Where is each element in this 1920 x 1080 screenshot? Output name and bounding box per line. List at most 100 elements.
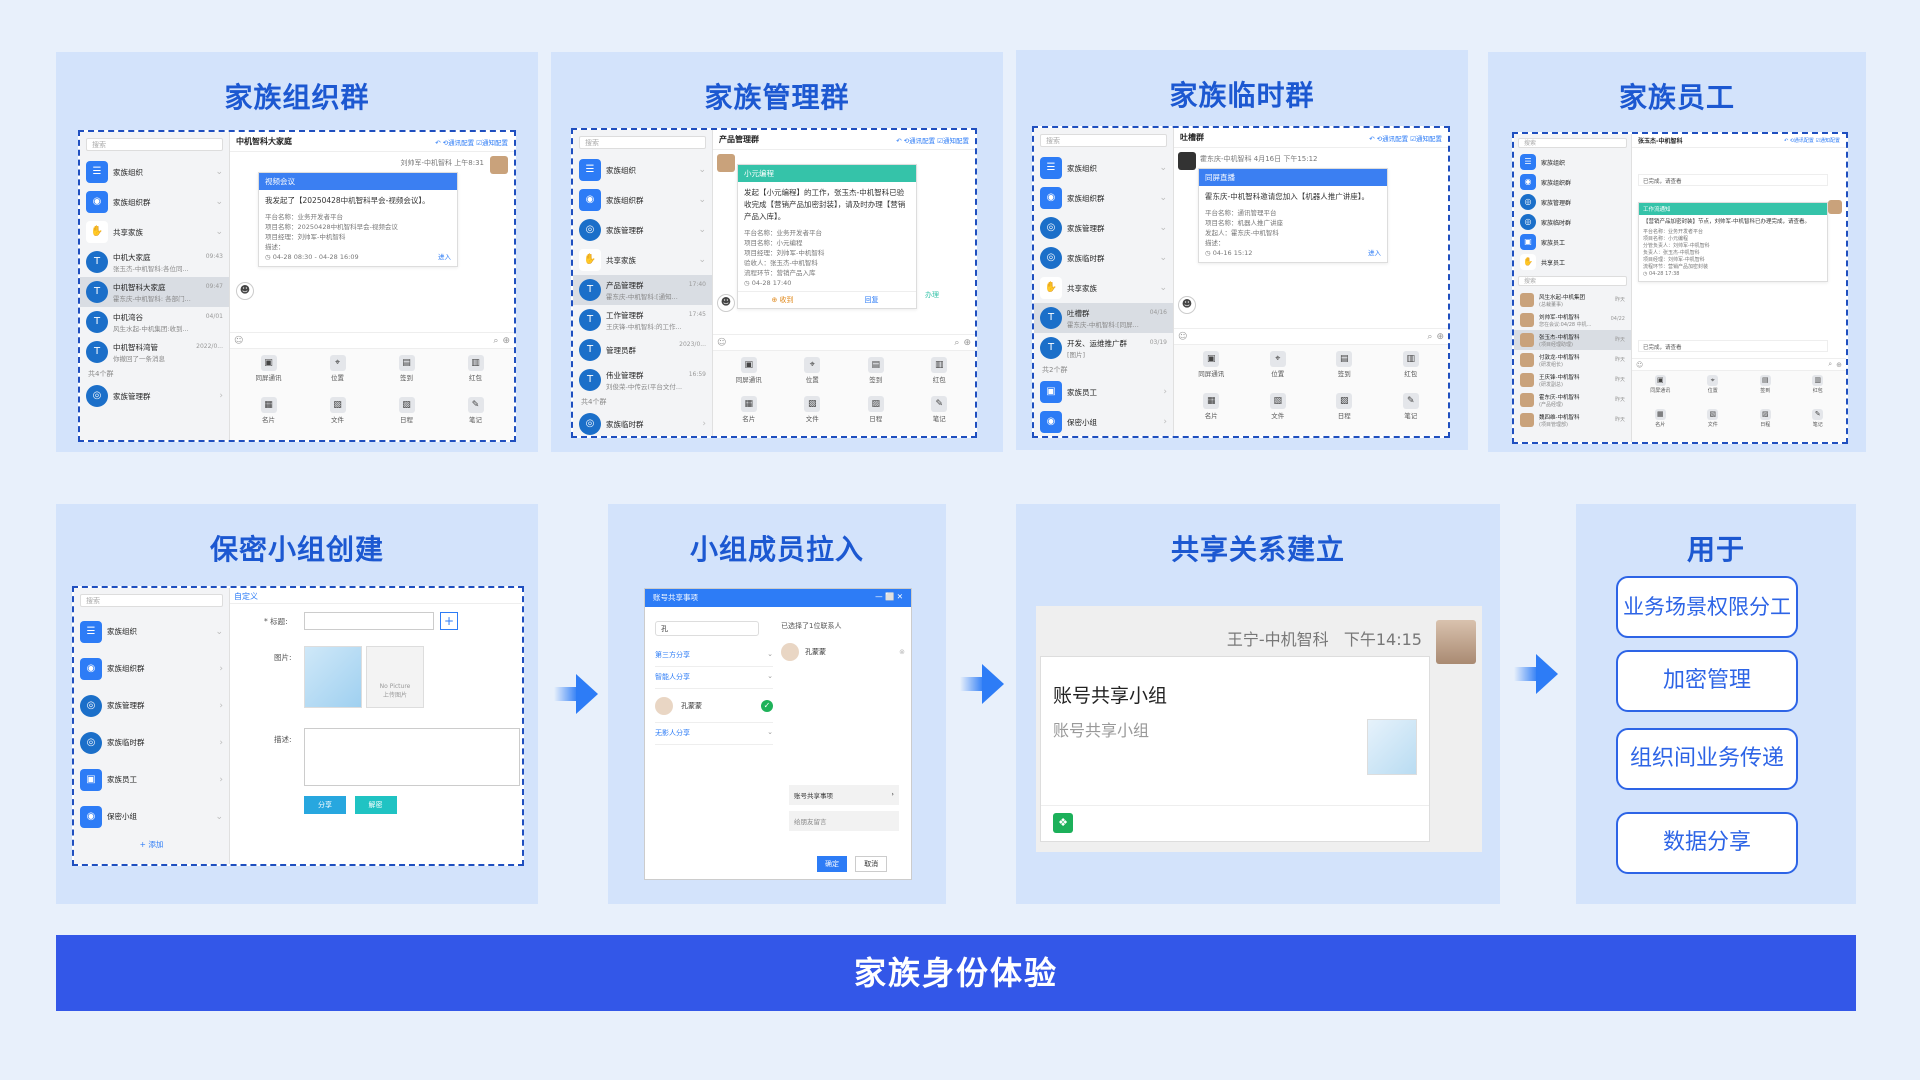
contact-item[interactable]: 霍东庆-中机智科 (产品经理) 昨天 xyxy=(1514,390,1631,410)
list-item-selected[interactable]: T 中机智科大家庭 霍东庆-中机智科: 各部门... 09:47 xyxy=(80,277,229,307)
cancel-button[interactable]: 取消 xyxy=(855,856,888,872)
input-bar[interactable]: ☺ ⌕ ⊕ xyxy=(230,332,514,348)
sidebar-item[interactable]: ◎ 家族管理群 xyxy=(1514,192,1631,212)
tool-checkin[interactable]: ▤ 签到 xyxy=(372,355,441,393)
sidebar-item[interactable]: ◎ 家族管理群 ⌄ xyxy=(1034,213,1173,243)
tool-checkin[interactable]: ▤ 签到 xyxy=(1739,375,1792,405)
tool-screen-share[interactable]: ▣ 同屏通讯 xyxy=(234,355,303,393)
header-actions[interactable]: ↶ ⟲通讯配置 ☑通知配置 xyxy=(1369,133,1442,143)
list-item[interactable]: T 管理员群 2023/0... xyxy=(573,335,712,365)
sidebar-item[interactable]: ◎ 家族管理群 › xyxy=(80,381,229,411)
tool-file[interactable]: ▧ 文件 xyxy=(1687,408,1740,439)
tool-card[interactable]: ▦ 名片 xyxy=(234,396,303,435)
person-row[interactable]: 孔蒙蒙 ✓ xyxy=(655,689,773,723)
search-input[interactable]: 搜索 xyxy=(1518,138,1627,148)
sidebar-item[interactable]: ☰ 家族组织 ⌄ xyxy=(1034,153,1173,183)
sidebar-item[interactable]: ✋ 共享员工 xyxy=(1514,252,1631,272)
usage-data-sharing[interactable]: 数据分享 xyxy=(1616,812,1798,874)
contact-item[interactable]: 风生水起-中机集团 (总裁董事) 昨天 xyxy=(1514,290,1631,310)
tool-calendar[interactable]: ▨ 日程 xyxy=(372,396,441,435)
message-card[interactable]: 同屏直播 霍东庆-中机智科邀请您加入【机器人推广讲座】。 平台名称：通讯管理平台… xyxy=(1198,168,1388,263)
contact-item[interactable]: 刘帅军-中机智科 您在会议:04/28 中机... 04/22 xyxy=(1514,310,1631,330)
header-actions[interactable]: ↶ ⟲通讯配置 ☑通知配置 xyxy=(435,137,508,147)
category-third-party[interactable]: 第三方分享 ⌄ xyxy=(655,645,773,667)
add-button[interactable]: + 添加 xyxy=(74,839,229,850)
share-item-row[interactable]: 账号共享事项 › xyxy=(789,785,899,805)
header-actions[interactable]: ↶ ⟲通讯配置 ☑通知配置 xyxy=(896,135,969,145)
enter-link[interactable]: 进入 xyxy=(1368,248,1381,258)
sidebar-item[interactable]: ◎ 家族管理群 ⌄ xyxy=(573,215,712,245)
category-invisible[interactable]: 无影人分享 ⌄ xyxy=(655,723,773,745)
list-item[interactable]: T 开发、运维推广群 [图片] 03/19 xyxy=(1034,333,1173,363)
tool-location[interactable]: ⌖ 位置 xyxy=(1687,375,1740,405)
tool-red-packet[interactable]: ▥ 红包 xyxy=(1378,351,1445,389)
window-controls[interactable]: — ⬜ ✕ xyxy=(875,592,903,604)
tool-card[interactable]: ▦ 名片 xyxy=(1634,408,1687,439)
tool-calendar[interactable]: ▨ 日程 xyxy=(1739,408,1792,439)
tool-screen-share[interactable]: ▣ 同屏通讯 xyxy=(1634,375,1687,405)
tool-location[interactable]: ⌖ 位置 xyxy=(781,357,845,392)
tool-card[interactable]: ▦ 名片 xyxy=(717,395,781,431)
tool-note[interactable]: ✎ 笔记 xyxy=(1378,392,1445,431)
title-input[interactable] xyxy=(304,612,434,630)
sidebar-item[interactable]: ▣ 家族员工 xyxy=(1514,232,1631,252)
reply-button[interactable]: 回复 xyxy=(827,292,916,308)
usage-cross-org-transfer[interactable]: 组织间业务传递 xyxy=(1616,728,1798,790)
sidebar-item[interactable]: ☰ 家族组织 ⌄ xyxy=(80,157,229,187)
list-item[interactable]: T 中机湾谷 风生水起-中机集团:收到... 04/01 xyxy=(80,307,229,337)
input-bar[interactable]: ☺ ⌕ ⊕ xyxy=(1632,358,1846,370)
sidebar-item[interactable]: ◎ 家族临时群 › xyxy=(74,724,229,761)
input-bar[interactable]: ☺ ⌕ ⊕ xyxy=(1174,328,1448,344)
sidebar-item[interactable]: ☰ 家族组织 ⌄ xyxy=(573,155,712,185)
list-item[interactable]: T 伟业管理群 刘俊荣-中传云(平台文付... 16:59 xyxy=(573,365,712,395)
tool-screen-share[interactable]: ▣ 同屏通讯 xyxy=(717,357,781,392)
remove-icon[interactable]: ⊗ xyxy=(899,648,905,656)
enter-link[interactable]: 进入 xyxy=(438,252,451,262)
tool-file[interactable]: ▧ 文件 xyxy=(1245,392,1312,431)
category-smart[interactable]: 智能人分享 ⌄ xyxy=(655,667,773,689)
sidebar-item[interactable]: ◉ 保密小组 › xyxy=(1034,407,1173,436)
tool-red-packet[interactable]: ▥ 红包 xyxy=(441,355,510,393)
add-title-button[interactable]: + xyxy=(440,612,458,630)
tool-card[interactable]: ▦ 名片 xyxy=(1178,392,1245,431)
tool-calendar[interactable]: ▨ 日程 xyxy=(844,395,908,431)
tool-note[interactable]: ✎ 笔记 xyxy=(1792,408,1845,439)
sidebar-item[interactable]: ✋ 共享家族 ⌄ xyxy=(80,217,229,247)
share-button[interactable]: 分享 xyxy=(304,796,346,814)
robot-icon[interactable]: ☻ xyxy=(236,282,254,300)
robot-icon[interactable]: ☻ xyxy=(1178,296,1196,314)
tab-custom[interactable]: 自定义 xyxy=(230,588,522,604)
tool-red-packet[interactable]: ▥ 红包 xyxy=(908,357,972,392)
sidebar-item[interactable]: ☰ 家族组织 ⌄ xyxy=(74,613,229,650)
list-item[interactable]: T 中机大家庭 张玉杰-中机智科:各位同... 09:43 xyxy=(80,247,229,277)
tool-file[interactable]: ▧ 文件 xyxy=(303,396,372,435)
sidebar-item[interactable]: ◉ 家族组织群 ⌄ xyxy=(80,187,229,217)
sidebar-item[interactable]: ◎ 家族管理群 › xyxy=(74,687,229,724)
contact-item[interactable]: 魏四维-中机智科 (项目管理部) 昨天 xyxy=(1514,410,1631,430)
handle-link[interactable]: 办理 xyxy=(925,290,939,300)
image-thumbnail[interactable] xyxy=(304,646,362,708)
message-card[interactable]: 视频会议 我发起了【20250428中机智科早会-视频会议】。 平台名称：业务开… xyxy=(258,172,458,267)
sidebar-item[interactable]: ◉ 家族组织群 ⌄ xyxy=(1034,183,1173,213)
list-item-selected[interactable]: T 产品管理群 霍东庆-中机智科:[通知... 17:40 xyxy=(573,275,712,305)
tool-location[interactable]: ⌖ 位置 xyxy=(1245,351,1312,389)
header-actions[interactable]: ↶ ⟲通讯配置 ☑通知配置 xyxy=(1784,137,1840,144)
decrypt-button[interactable]: 解密 xyxy=(354,796,397,814)
search-input[interactable]: 搜索 xyxy=(86,138,223,151)
contact-search-input[interactable]: 搜索 xyxy=(1518,276,1627,286)
desc-textarea[interactable] xyxy=(304,728,520,786)
tool-red-packet[interactable]: ▥ 红包 xyxy=(1792,375,1845,405)
share-card[interactable]: 账号共享小组 账号共享小组 ❖ xyxy=(1040,656,1430,842)
contact-item[interactable]: 付敦龙-中机智科 (研发组长) 昨天 xyxy=(1514,350,1631,370)
usage-permission-division[interactable]: 业务场景权限分工 xyxy=(1616,576,1798,638)
sidebar-item[interactable]: ◎ 家族临时群 xyxy=(1514,212,1631,232)
receive-button[interactable]: ⊕ 收到 xyxy=(738,292,827,308)
message-card[interactable]: 小元编程 发起【小元编程】的工作，张玉杰-中机智科已验收完成【营销产品加密封装】… xyxy=(737,164,917,309)
sidebar-item[interactable]: ◉ 家族组织群 › xyxy=(74,650,229,687)
tool-note[interactable]: ✎ 笔记 xyxy=(908,395,972,431)
list-item-selected[interactable]: T 吐槽群 霍东庆-中机智科:[同屏... 04/16 xyxy=(1034,303,1173,333)
message-card[interactable]: 工作流通知 【营销产品加密封装】节点，刘帅军-中机智科已办理完成，请查看。 平台… xyxy=(1638,202,1828,282)
leave-message-input[interactable]: 给朋友留言 xyxy=(789,811,899,831)
sidebar-item[interactable]: ◎ 家族临时群 ⌄ xyxy=(1034,243,1173,273)
list-item[interactable]: T 工作管理群 王庆锋-中机智科:的工作... 17:45 xyxy=(573,305,712,335)
